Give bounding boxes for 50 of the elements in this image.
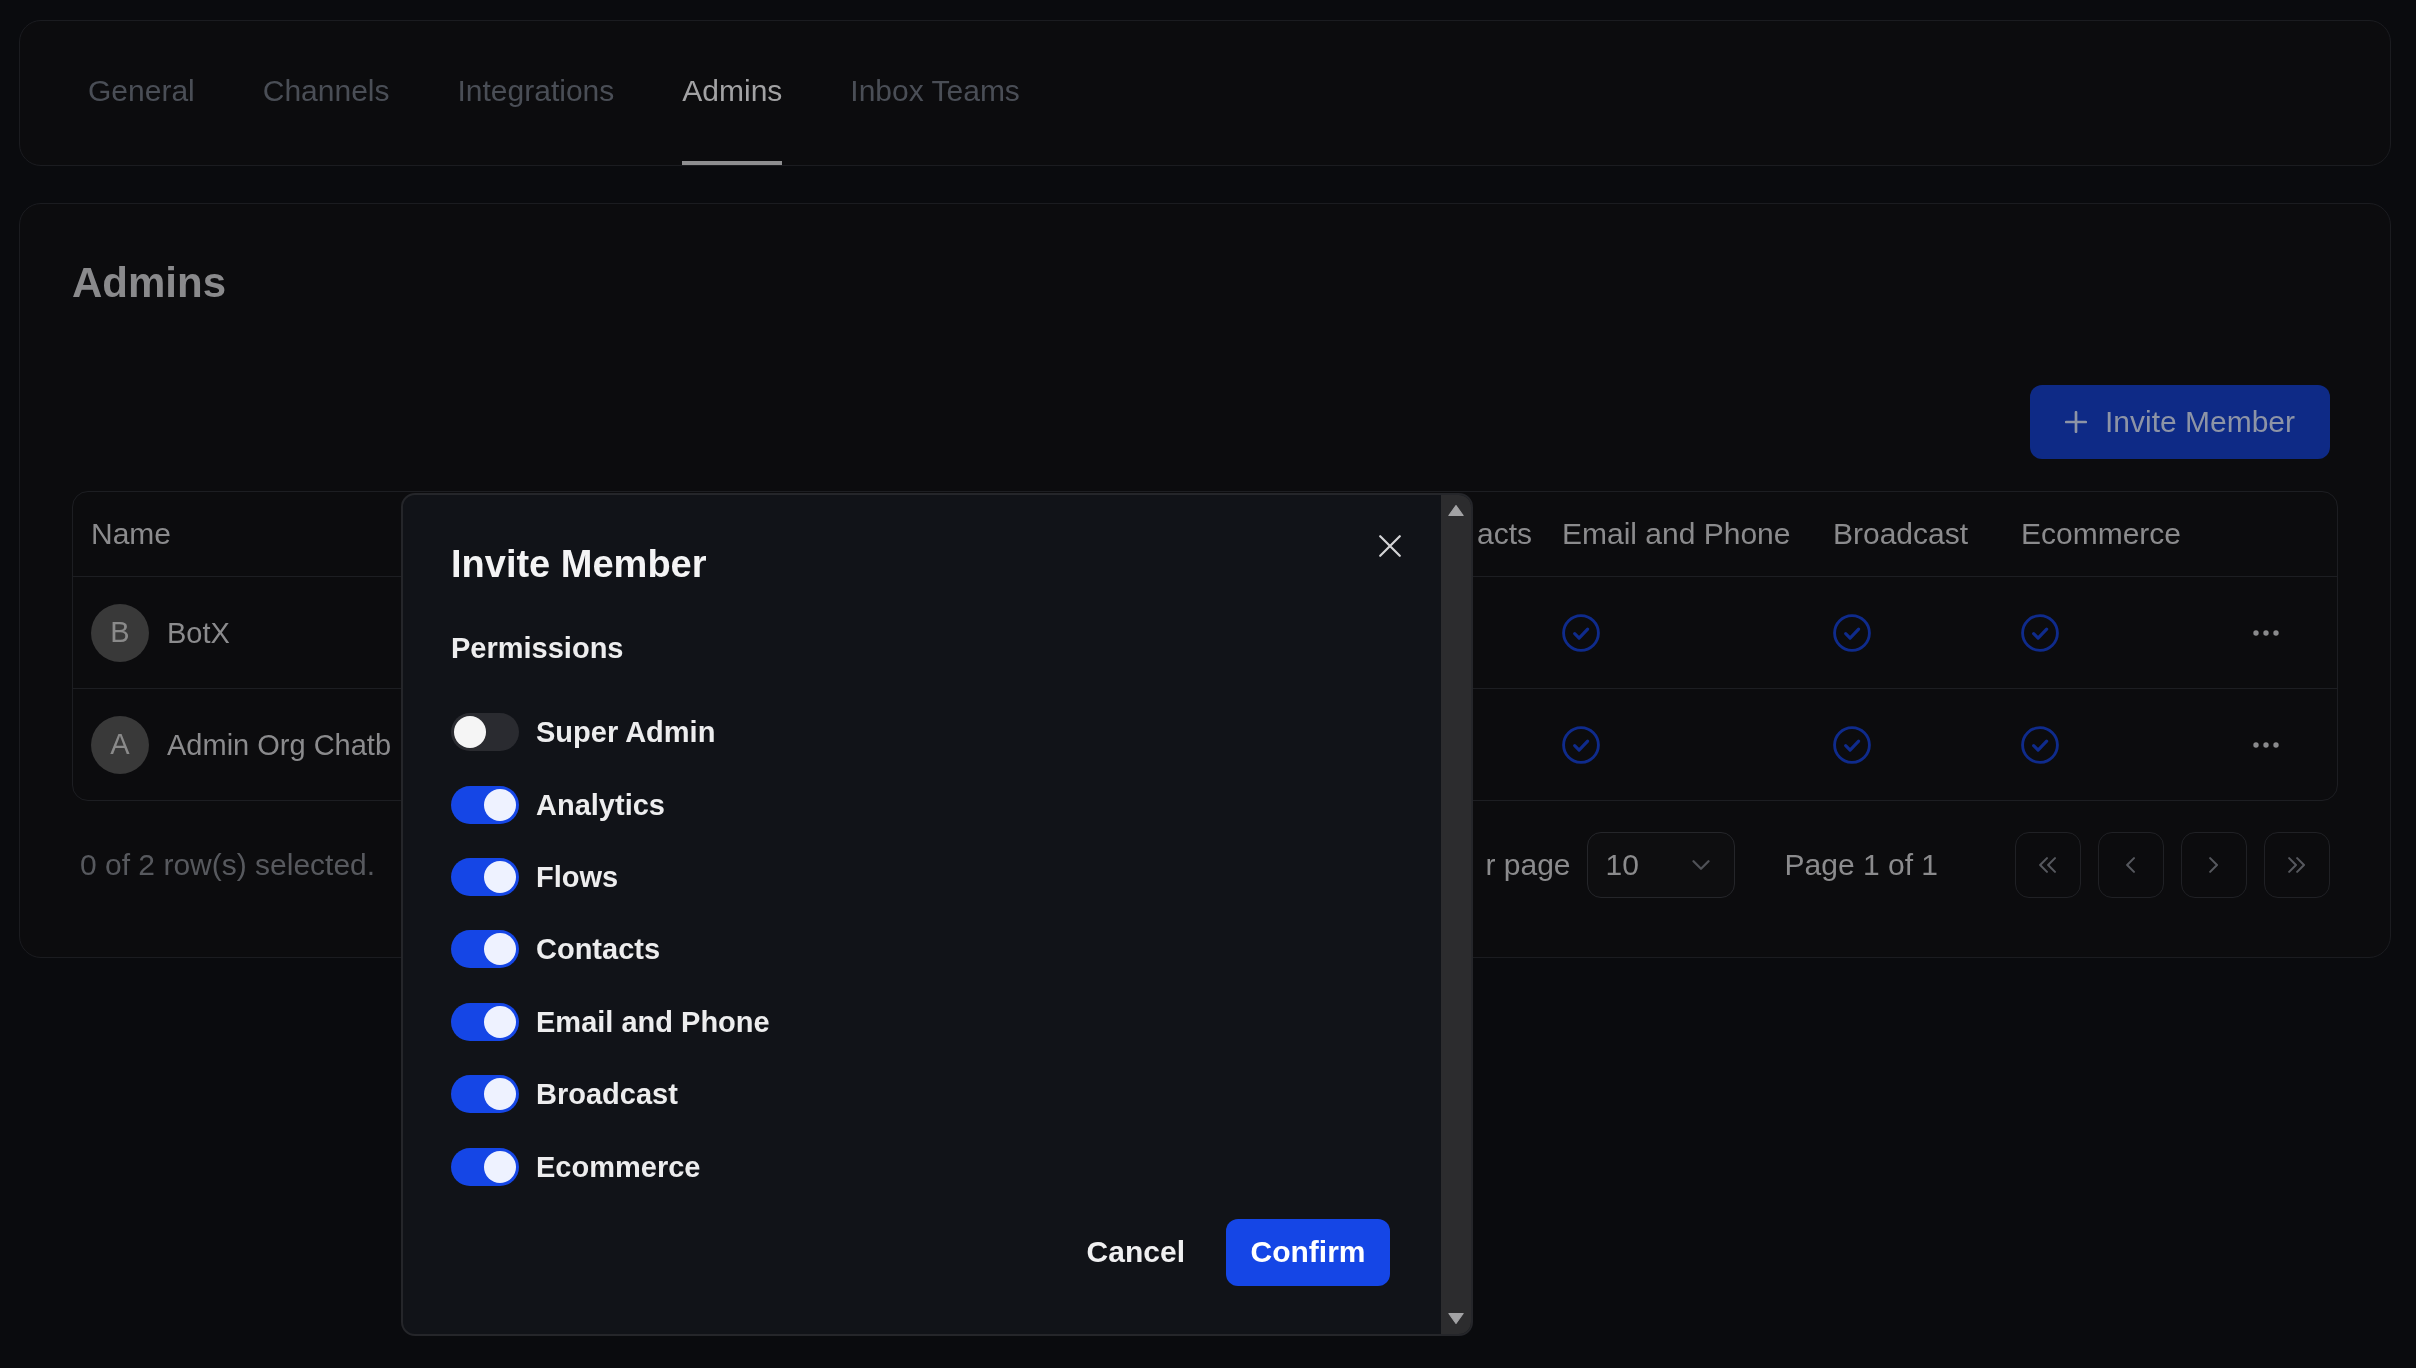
permission-label: Flows — [536, 859, 619, 895]
column-header: acts — [1477, 516, 1533, 552]
double-chevron-right-icon — [2288, 857, 2306, 873]
toggle-switch[interactable] — [451, 857, 519, 896]
selection-count: 0 of 2 row(s) selected. — [80, 848, 376, 882]
member-name: Admin Org Chatb — [167, 727, 392, 763]
toggle-switch[interactable] — [451, 930, 519, 969]
column-header: Ecommerce — [2021, 516, 2182, 552]
confirm-button[interactable]: Confirm — [1226, 1218, 1390, 1286]
permissions-label: Permissions — [451, 631, 624, 666]
column-header: Broadcast — [1833, 516, 1969, 552]
double-chevron-left-icon — [2039, 857, 2057, 873]
column-header: Email and Phone — [1562, 516, 1791, 552]
chevron-right-icon — [2209, 857, 2219, 873]
tab[interactable]: Inbox Teams — [850, 21, 1020, 165]
page-info: Page 1 of 1 — [1784, 848, 1938, 882]
toggle-switch[interactable] — [451, 1002, 519, 1041]
tab[interactable]: Integrations — [457, 21, 615, 165]
down-arrow-icon[interactable] — [1448, 1313, 1464, 1324]
cancel-button[interactable]: Cancel — [1066, 1218, 1205, 1286]
toggle-switch[interactable] — [451, 1075, 519, 1114]
toggle-switch[interactable] — [451, 713, 519, 752]
tab[interactable]: Channels — [262, 21, 390, 165]
toggle-switch[interactable] — [451, 785, 519, 824]
rows-per-page-label: r page — [1485, 848, 1571, 882]
dialog-title: Invite Member — [451, 542, 707, 587]
up-arrow-icon[interactable] — [1448, 505, 1464, 516]
permission-label: Email and Phone — [536, 1004, 770, 1040]
scrollbar[interactable] — [1441, 495, 1471, 1334]
plus-icon — [2064, 411, 2087, 433]
section-title: Admins — [72, 258, 226, 308]
tab[interactable]: Admins — [682, 21, 783, 165]
invite-member-button[interactable]: Invite Member — [2030, 385, 2330, 459]
more-icon[interactable] — [2253, 741, 2279, 748]
toggle-switch[interactable] — [451, 1147, 519, 1186]
permission-label: Super Admin — [536, 715, 716, 751]
permission-label: Analytics — [536, 787, 665, 823]
close-icon[interactable] — [1379, 535, 1401, 557]
chevron-down-icon — [1691, 860, 1710, 870]
chevron-left-icon — [2126, 857, 2136, 873]
permission-label: Broadcast — [536, 1077, 678, 1113]
permission-label: Ecommerce — [536, 1149, 701, 1185]
permission-label: Contacts — [536, 932, 661, 968]
avatar: A — [91, 715, 149, 774]
avatar: B — [91, 603, 149, 662]
page-size-select[interactable]: 10 — [1586, 832, 1735, 898]
more-icon[interactable] — [2253, 629, 2279, 636]
member-name: BotX — [167, 615, 230, 651]
column-header: Name — [91, 516, 172, 552]
tab[interactable]: General — [88, 21, 195, 165]
